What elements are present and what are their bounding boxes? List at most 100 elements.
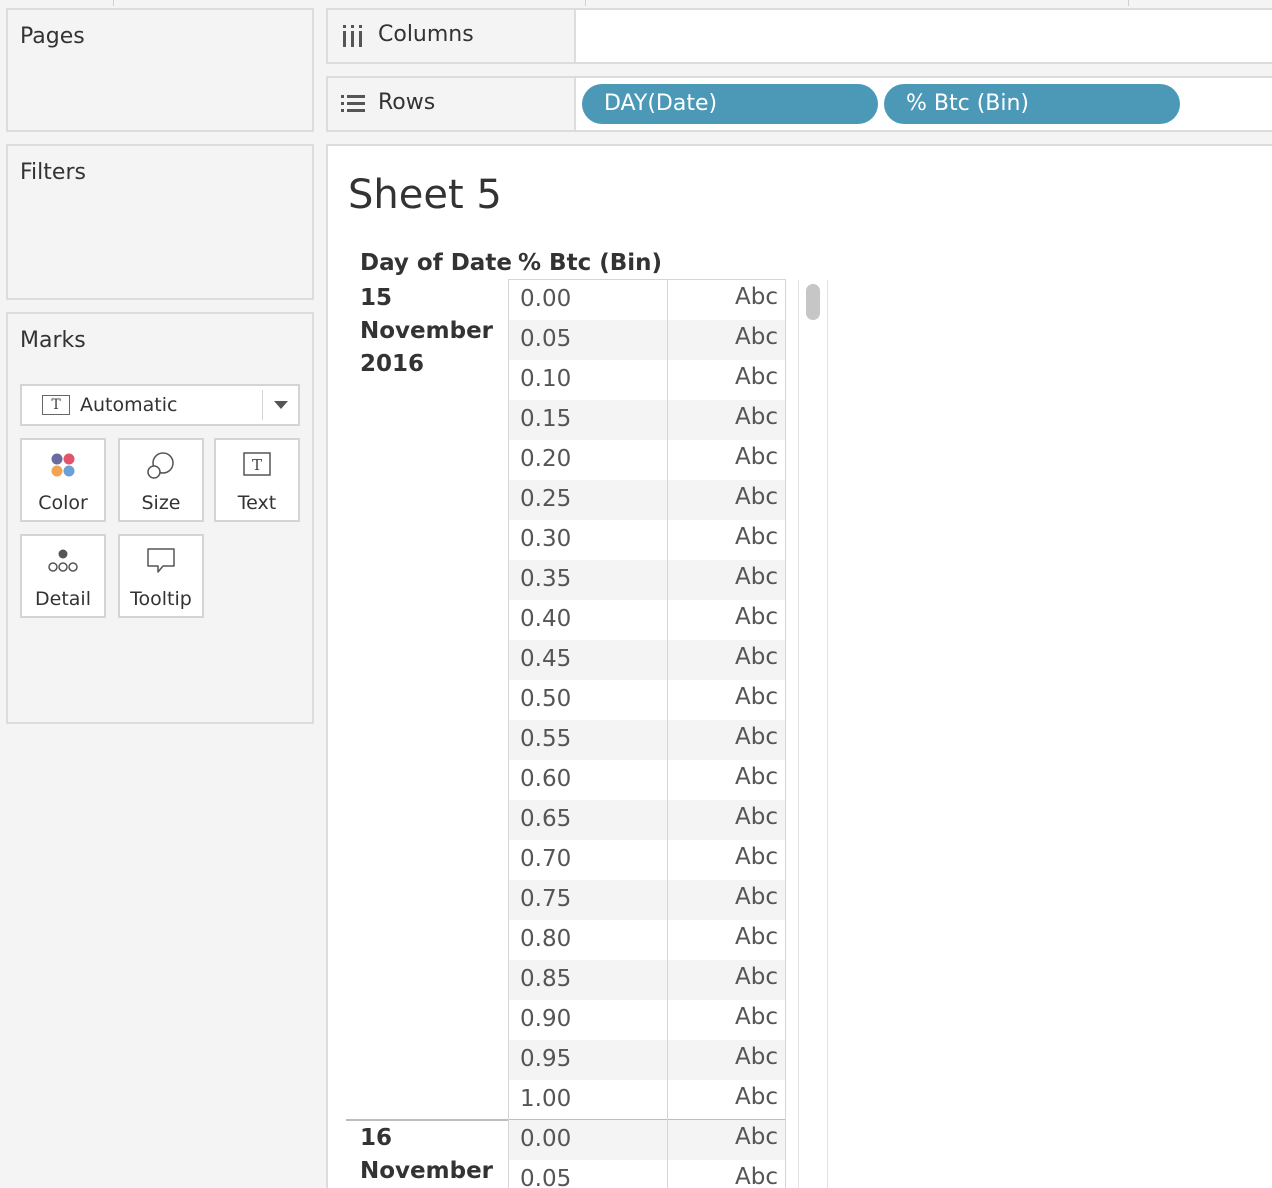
rows-shelf-label: Rows bbox=[328, 78, 576, 130]
bin-value: 0.15 bbox=[520, 406, 572, 432]
table-row[interactable]: 0.25 Abc bbox=[508, 480, 786, 520]
columns-shelf[interactable]: Columns bbox=[326, 8, 1272, 64]
btc-bin-pill[interactable]: % Btc (Bin) bbox=[884, 84, 1180, 124]
bin-value: 1.00 bbox=[520, 1086, 572, 1112]
columns-label: Columns bbox=[378, 22, 474, 47]
mark-text-cell[interactable]: Abc bbox=[735, 284, 778, 310]
tableau-workspace: Pages Filters Marks T Automatic Color Si… bbox=[0, 0, 1272, 1188]
worksheet-view: Sheet 5 Day of Date % Btc (Bin) 15 Novem… bbox=[326, 144, 1272, 1188]
date-group-label[interactable]: 16 November bbox=[360, 1122, 493, 1188]
table-row[interactable]: 1.00 Abc bbox=[508, 1080, 786, 1120]
table-row[interactable]: 0.00 Abc bbox=[508, 280, 786, 320]
color-dots-icon bbox=[51, 453, 75, 477]
table-row[interactable]: 0.50 Abc bbox=[508, 680, 786, 720]
top-divider bbox=[1128, 0, 1129, 6]
tooltip-label: Tooltip bbox=[130, 588, 192, 610]
mark-text-cell[interactable]: Abc bbox=[735, 924, 778, 950]
top-divider bbox=[113, 0, 114, 6]
table-row[interactable]: 0.10 Abc bbox=[508, 360, 786, 400]
pages-card[interactable]: Pages bbox=[6, 8, 314, 132]
mark-text-cell[interactable]: Abc bbox=[735, 644, 778, 670]
table-row[interactable]: 0.00 Abc bbox=[508, 1120, 786, 1160]
bin-value: 0.05 bbox=[520, 1166, 572, 1188]
table-row[interactable]: 0.65 Abc bbox=[508, 800, 786, 840]
mark-text-cell[interactable]: Abc bbox=[735, 804, 778, 830]
header-divider bbox=[508, 279, 786, 280]
mark-text-cell[interactable]: Abc bbox=[735, 524, 778, 550]
mark-text-cell[interactable]: Abc bbox=[735, 764, 778, 790]
size-button[interactable]: Size bbox=[118, 438, 204, 522]
pages-title: Pages bbox=[20, 24, 85, 49]
bin-value: 0.45 bbox=[520, 646, 572, 672]
mark-text-cell[interactable]: Abc bbox=[735, 1124, 778, 1150]
mark-text-cell[interactable]: Abc bbox=[735, 324, 778, 350]
text-button[interactable]: T Text bbox=[214, 438, 300, 522]
table-row[interactable]: 0.40 Abc bbox=[508, 600, 786, 640]
table-row[interactable]: 0.05 Abc bbox=[508, 1160, 786, 1188]
table-row[interactable]: 0.80 Abc bbox=[508, 920, 786, 960]
mark-type-dropdown[interactable]: T Automatic bbox=[20, 384, 300, 426]
mark-text-cell[interactable]: Abc bbox=[735, 604, 778, 630]
top-divider bbox=[585, 0, 586, 6]
detail-button[interactable]: Detail bbox=[20, 534, 106, 618]
header-btc-bin[interactable]: % Btc (Bin) bbox=[518, 250, 662, 276]
table-row[interactable]: 0.45 Abc bbox=[508, 640, 786, 680]
mark-text-cell[interactable]: Abc bbox=[735, 484, 778, 510]
text-t-icon: T bbox=[243, 452, 271, 476]
mark-text-cell[interactable]: Abc bbox=[735, 564, 778, 590]
table-row[interactable]: 0.15 Abc bbox=[508, 400, 786, 440]
mark-text-cell[interactable]: Abc bbox=[735, 404, 778, 430]
table-row[interactable]: 0.85 Abc bbox=[508, 960, 786, 1000]
bin-value: 0.75 bbox=[520, 886, 572, 912]
color-label: Color bbox=[38, 492, 88, 514]
chevron-down-icon[interactable] bbox=[274, 401, 288, 409]
mark-text-cell[interactable]: Abc bbox=[735, 364, 778, 390]
filters-card[interactable]: Filters bbox=[6, 144, 314, 300]
detail-label: Detail bbox=[35, 588, 91, 610]
mark-text-cell[interactable]: Abc bbox=[735, 684, 778, 710]
rows-label: Rows bbox=[378, 90, 436, 115]
table-row[interactable]: 0.55 Abc bbox=[508, 720, 786, 760]
day-date-pill[interactable]: DAY(Date) bbox=[582, 84, 878, 124]
date-group-label[interactable]: 15 November 2016 bbox=[360, 282, 493, 381]
bin-value: 0.65 bbox=[520, 806, 572, 832]
marks-title: Marks bbox=[20, 328, 86, 353]
mark-text-cell[interactable]: Abc bbox=[735, 444, 778, 470]
table-row[interactable]: 0.70 Abc bbox=[508, 840, 786, 880]
bin-value: 0.55 bbox=[520, 726, 572, 752]
table-row[interactable]: 0.60 Abc bbox=[508, 760, 786, 800]
size-circles-icon bbox=[147, 452, 174, 479]
column-divider bbox=[667, 280, 668, 1188]
table-row[interactable]: 0.75 Abc bbox=[508, 880, 786, 920]
mark-text-cell[interactable]: Abc bbox=[735, 1044, 778, 1070]
rows-shelf[interactable]: Rows DAY(Date) % Btc (Bin) bbox=[326, 76, 1272, 132]
mark-text-cell[interactable]: Abc bbox=[735, 1164, 778, 1188]
mark-text-cell[interactable]: Abc bbox=[735, 1004, 778, 1030]
bin-value: 0.40 bbox=[520, 606, 572, 632]
table-row[interactable]: 0.30 Abc bbox=[508, 520, 786, 560]
mark-text-cell[interactable]: Abc bbox=[735, 724, 778, 750]
columns-shelf-label: Columns bbox=[328, 10, 576, 62]
bin-value: 0.95 bbox=[520, 1046, 572, 1072]
speech-bubble-icon bbox=[147, 548, 175, 573]
table-row[interactable]: 0.20 Abc bbox=[508, 440, 786, 480]
mark-text-cell[interactable]: Abc bbox=[735, 844, 778, 870]
color-button[interactable]: Color bbox=[20, 438, 106, 522]
mark-text-cell[interactable]: Abc bbox=[735, 964, 778, 990]
scrollbar-thumb[interactable] bbox=[806, 284, 820, 320]
mark-type-value: Automatic bbox=[80, 394, 178, 416]
mark-text-cell[interactable]: Abc bbox=[735, 884, 778, 910]
marks-card: Marks T Automatic Color Size T Text Deta… bbox=[6, 312, 314, 724]
column-divider bbox=[785, 280, 786, 1188]
vertical-scrollbar[interactable] bbox=[798, 280, 828, 1188]
header-day-of-date[interactable]: Day of Date bbox=[360, 250, 512, 276]
table-row[interactable]: 0.35 Abc bbox=[508, 560, 786, 600]
size-label: Size bbox=[141, 492, 181, 514]
table-row[interactable]: 0.90 Abc bbox=[508, 1000, 786, 1040]
table-row[interactable]: 0.05 Abc bbox=[508, 320, 786, 360]
text-label: Text bbox=[237, 492, 277, 514]
bin-value: 0.05 bbox=[520, 326, 572, 352]
mark-text-cell[interactable]: Abc bbox=[735, 1084, 778, 1110]
table-row[interactable]: 0.95 Abc bbox=[508, 1040, 786, 1080]
tooltip-button[interactable]: Tooltip bbox=[118, 534, 204, 618]
